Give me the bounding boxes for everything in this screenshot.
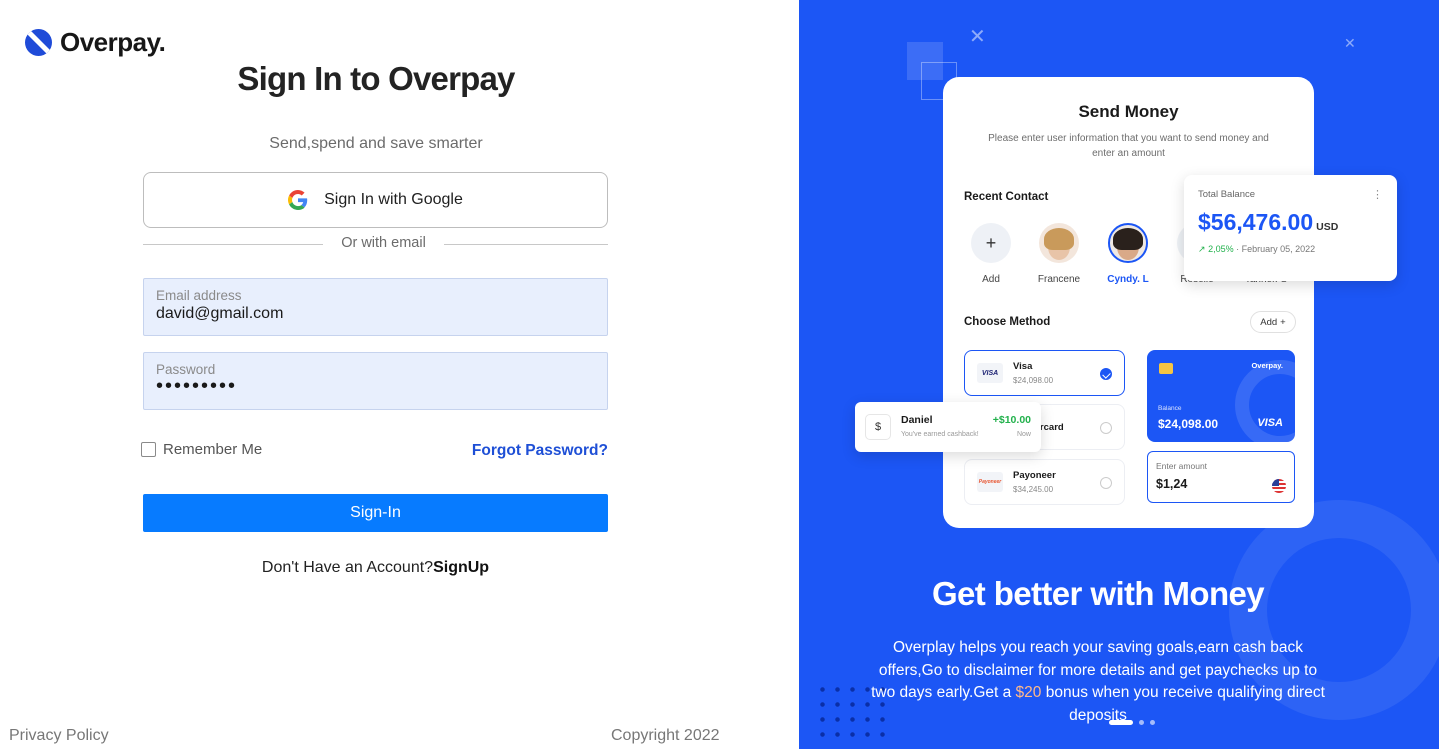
- google-signin-label: Sign In with Google: [324, 191, 463, 208]
- visa-logo-icon: VISA: [977, 363, 1003, 383]
- avatar: [1108, 223, 1148, 263]
- no-account-text: Don't Have an Account?: [261, 559, 434, 576]
- pager-dot[interactable]: [1150, 720, 1155, 725]
- choose-method-title: Choose Method: [964, 316, 1051, 328]
- remember-me-checkbox[interactable]: [141, 442, 156, 457]
- copyright-text: Copyright 2022: [611, 727, 720, 744]
- add-method-button[interactable]: Add +: [1250, 311, 1296, 333]
- google-signin-button[interactable]: Sign In with Google: [143, 172, 608, 228]
- plus-icon: +: [1280, 316, 1286, 328]
- email-input[interactable]: david@gmail.com: [156, 305, 595, 323]
- promo-panel: ✕ ✕ Send Money Please enter user informa…: [799, 0, 1439, 749]
- enter-amount-label: Enter amount: [1156, 461, 1208, 471]
- method-amount: $34,245.00: [1013, 485, 1054, 494]
- plus-icon: +: [971, 223, 1011, 263]
- radio-icon: [1100, 422, 1112, 434]
- balance-meta: ↗ 2,05% · February 05, 2022: [1198, 244, 1316, 254]
- trend-up-icon: ↗: [1198, 244, 1206, 254]
- method-name: Visa: [1013, 361, 1033, 372]
- pager-dot[interactable]: [1139, 720, 1144, 725]
- divider-line: [444, 244, 608, 245]
- signup-link[interactable]: SignUp: [433, 559, 489, 576]
- balance-currency: USD: [1316, 221, 1339, 233]
- balance-value: $56,476.00: [1198, 209, 1314, 235]
- password-field[interactable]: Password •••••••••: [143, 352, 608, 410]
- method-visa[interactable]: VISA Visa $24,098.00: [964, 350, 1125, 396]
- email-divider: Or with email: [143, 234, 608, 254]
- contact-cyndy[interactable]: Cyndy. L: [1100, 223, 1156, 285]
- google-icon: [288, 190, 308, 210]
- contact-name: Cyndy. L: [1107, 274, 1149, 285]
- send-money-description: Please enter user information that you w…: [988, 133, 1269, 159]
- contact-name: Add: [982, 274, 1000, 285]
- pager-dot[interactable]: [1109, 720, 1133, 725]
- card-balance-label: Balance: [1158, 405, 1182, 412]
- divider-text: Or with email: [341, 235, 426, 251]
- avatar: [1039, 223, 1079, 263]
- page-title: Sign In to Overpay: [237, 60, 515, 97]
- more-icon[interactable]: ⋮: [1372, 188, 1383, 201]
- signup-prompt: Don't Have an Account?SignUp: [143, 559, 608, 577]
- check-icon: [1100, 368, 1112, 380]
- contact-name: Francene: [1037, 274, 1081, 285]
- notification-amount: +$10.00: [992, 414, 1031, 426]
- cashback-notification: $ Daniel +$10.00 You've earned cashback!…: [855, 402, 1041, 452]
- chip-icon: [1159, 363, 1173, 374]
- carousel-pager: [1109, 720, 1155, 725]
- forgot-password-link[interactable]: Forgot Password?: [472, 442, 608, 460]
- decorative-x-icon: ✕: [1344, 35, 1356, 51]
- notification-subtitle: You've earned cashback!: [901, 431, 979, 438]
- total-balance-label: Total Balance: [1198, 189, 1256, 200]
- bonus-amount: $20: [1015, 684, 1042, 701]
- email-label: Email address: [156, 288, 242, 303]
- overpay-logo-icon: [25, 29, 52, 56]
- balance-date: February 05, 2022: [1241, 244, 1316, 254]
- balance-change: 2,05%: [1208, 244, 1234, 254]
- decorative-ring: [1235, 360, 1295, 442]
- us-flag-icon: [1272, 479, 1286, 493]
- send-money-card: Send Money Please enter user information…: [943, 77, 1314, 528]
- password-input[interactable]: •••••••••: [156, 375, 595, 398]
- privacy-policy-link[interactable]: Privacy Policy: [9, 727, 109, 745]
- payoneer-logo-icon: Payoneer: [977, 472, 1003, 492]
- promo-body-text: bonus when you receive qualifying direct…: [1041, 684, 1325, 724]
- card-network: VISA: [1257, 417, 1283, 429]
- login-panel: Overpay. Sign In to Overpay Send,spend a…: [0, 0, 799, 749]
- enter-amount-input[interactable]: $1,24: [1156, 477, 1286, 491]
- notification-time: Now: [1016, 431, 1031, 438]
- radio-icon: [1100, 477, 1112, 489]
- brand-name: Overpay.: [60, 27, 166, 57]
- card-brand: Overpay.: [1251, 361, 1283, 370]
- add-method-label: Add: [1260, 316, 1278, 328]
- email-field[interactable]: Email address david@gmail.com: [143, 278, 608, 336]
- remember-me[interactable]: Remember Me: [141, 441, 262, 458]
- total-balance-card: Total Balance ⋮ $56,476.00 USD ↗ 2,05% · …: [1184, 175, 1397, 281]
- bank-card: Overpay. Balance $24,098.00 VISA: [1147, 350, 1295, 442]
- contact-francene[interactable]: Francene: [1031, 223, 1087, 285]
- notification-name: Daniel: [901, 414, 933, 426]
- enter-amount-field[interactable]: Enter amount $1,24: [1147, 451, 1295, 503]
- page-subtitle: Send,spend and save smarter: [269, 135, 483, 152]
- method-amount: $24,098.00: [1013, 376, 1054, 385]
- method-payoneer[interactable]: Payoneer Payoneer $34,245.00: [964, 459, 1125, 505]
- total-balance-amount: $56,476.00 USD: [1198, 209, 1383, 236]
- sign-in-button[interactable]: Sign-In: [143, 494, 608, 532]
- divider-line: [143, 244, 323, 245]
- remember-me-label: Remember Me: [163, 441, 263, 458]
- method-name: Payoneer: [1013, 470, 1056, 481]
- promo-body: Overplay helps you reach your saving goa…: [865, 637, 1331, 727]
- decorative-x-icon: ✕: [969, 26, 986, 48]
- brand-logo[interactable]: Overpay.: [25, 27, 166, 58]
- card-balance: $24,098.00: [1158, 417, 1219, 431]
- dollar-icon: $: [865, 414, 891, 440]
- contact-add[interactable]: + Add: [963, 223, 1019, 285]
- send-money-title: Send Money: [1078, 102, 1179, 121]
- promo-headline: Get better with Money: [931, 575, 1265, 612]
- recent-contact-title: Recent Contact: [964, 191, 1049, 203]
